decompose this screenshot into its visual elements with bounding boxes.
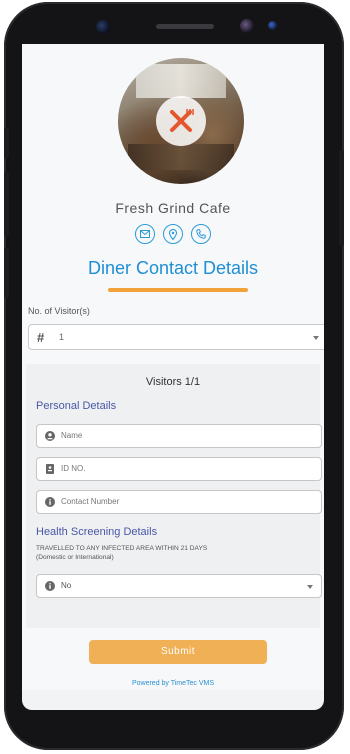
hash-icon: # <box>37 330 45 345</box>
info-icon <box>45 497 55 507</box>
contact-icons <box>22 224 324 244</box>
cafe-name: Fresh Grind Cafe <box>115 200 231 216</box>
visitor-card: Visitors 1/1 Personal Details Name ID NO… <box>26 364 322 628</box>
chevron-down-icon <box>307 585 313 589</box>
info-icon <box>45 581 55 591</box>
contact-number-placeholder: Contact Number <box>61 497 120 506</box>
user-icon <box>45 431 55 441</box>
travel-answer-select[interactable]: No <box>36 574 322 598</box>
personal-details-heading: Personal Details <box>36 400 117 412</box>
front-sensor <box>268 21 277 30</box>
location-pin-icon[interactable] <box>163 224 183 244</box>
travel-question: TRAVELLED TO ANY INFECTED AREA WITHIN 21… <box>36 544 306 562</box>
chevron-down-icon <box>313 336 319 340</box>
earpiece-speaker <box>156 24 214 29</box>
visitor-count-value: 1 <box>59 332 65 342</box>
contact-number-field[interactable]: Contact Number <box>36 490 322 514</box>
health-screening-heading: Health Screening Details <box>36 526 158 538</box>
visitor-card-title: Visitors 1/1 <box>145 376 201 388</box>
fork-knife-icon <box>156 96 206 146</box>
restaurant-photo <box>118 58 244 184</box>
photo-table <box>128 144 234 170</box>
phone-icon[interactable] <box>191 224 211 244</box>
name-placeholder: Name <box>61 431 83 440</box>
powered-by-link[interactable]: Powered by TimeTec VMS <box>22 680 324 687</box>
travel-question-line1: TRAVELLED TO ANY INFECTED AREA WITHIN 21… <box>36 545 208 552</box>
front-camera <box>96 20 110 34</box>
id-number-field[interactable]: ID NO. <box>36 457 322 481</box>
id-number-placeholder: ID NO. <box>61 464 86 473</box>
phone-volume-button <box>4 172 9 236</box>
phone-power-button <box>339 150 344 246</box>
visitor-count-select[interactable]: # 1 <box>28 324 324 350</box>
travel-question-line2: (Domestic or International) <box>36 554 114 561</box>
id-card-icon <box>46 464 54 474</box>
submit-button[interactable]: Submit <box>89 640 267 664</box>
app-screen: Fresh Grind Cafe Diner Contact Details N… <box>22 44 324 690</box>
travel-answer-value: No <box>61 581 72 590</box>
visitor-count-label: No. of Visitor(s) <box>28 306 90 316</box>
title-underline <box>108 288 248 292</box>
page-title: Diner Contact Details <box>87 258 259 278</box>
front-sensor <box>240 19 254 33</box>
name-field[interactable]: Name <box>36 424 322 448</box>
phone-side-button <box>4 128 9 158</box>
phone-top-bezel <box>24 10 324 46</box>
phone-side-button <box>4 248 9 298</box>
email-icon[interactable] <box>135 224 155 244</box>
photo-window <box>136 64 226 98</box>
screen-bottom <box>22 690 324 710</box>
